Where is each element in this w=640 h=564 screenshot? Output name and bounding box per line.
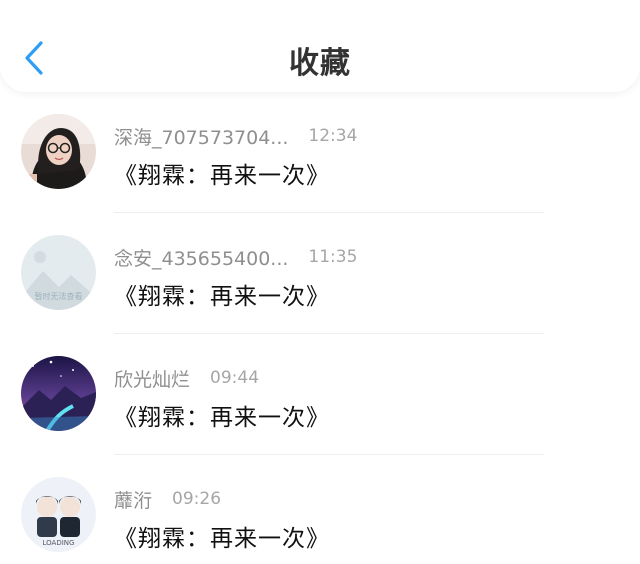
message-text: 《翔霖：再来一次》 bbox=[114, 163, 330, 189]
avatar-starry-landscape[interactable] bbox=[21, 356, 96, 431]
timestamp: 09:44 bbox=[210, 368, 260, 388]
avatar-caption: LOADING bbox=[43, 539, 75, 547]
header-bar: 收藏 bbox=[0, 0, 640, 92]
item-header: 念安_435655400... 11:35 bbox=[114, 243, 357, 271]
timestamp: 09:26 bbox=[172, 489, 222, 509]
sender-name: 深海_707573704... bbox=[114, 126, 289, 149]
message-text: 《翔霖：再来一次》 bbox=[114, 526, 330, 552]
avatar-caption: 暂时无法查看 bbox=[35, 291, 83, 301]
timestamp: 11:35 bbox=[308, 247, 358, 267]
timestamp: 12:34 bbox=[308, 126, 358, 146]
sender-name: 念安_435655400... bbox=[114, 247, 289, 270]
message-text: 《翔霖：再来一次》 bbox=[114, 405, 330, 431]
avatar-cartoon-boys[interactable]: LOADING bbox=[21, 477, 96, 552]
item-header: 蘼洐 09:26 bbox=[114, 485, 221, 513]
favorites-list: 深海_707573704... 12:34 《翔霖：再来一次》 暂时无法查看 念… bbox=[0, 92, 640, 564]
list-item[interactable]: 暂时无法查看 念安_435655400... 11:35 《翔霖：再来一次》 bbox=[0, 213, 640, 334]
message-text: 《翔霖：再来一次》 bbox=[114, 284, 330, 310]
list-item[interactable]: 深海_707573704... 12:34 《翔霖：再来一次》 bbox=[0, 92, 640, 213]
favorites-page: 收藏 深海_707573704... 12:34 《翔霖：再来一次》 暂时无法查… bbox=[0, 0, 640, 564]
item-header: 深海_707573704... 12:34 bbox=[114, 122, 357, 150]
avatar-placeholder[interactable]: 暂时无法查看 bbox=[21, 235, 96, 310]
list-item[interactable]: LOADING 蘼洐 09:26 《翔霖：再来一次》 bbox=[0, 455, 640, 564]
avatar-girl-glasses[interactable] bbox=[21, 114, 96, 189]
list-item[interactable]: 欣光灿烂 09:44 《翔霖：再来一次》 bbox=[0, 334, 640, 455]
page-title: 收藏 bbox=[289, 46, 351, 81]
sender-name: 欣光灿烂 bbox=[114, 368, 191, 391]
sender-name: 蘼洐 bbox=[114, 489, 153, 512]
item-header: 欣光灿烂 09:44 bbox=[114, 364, 259, 392]
